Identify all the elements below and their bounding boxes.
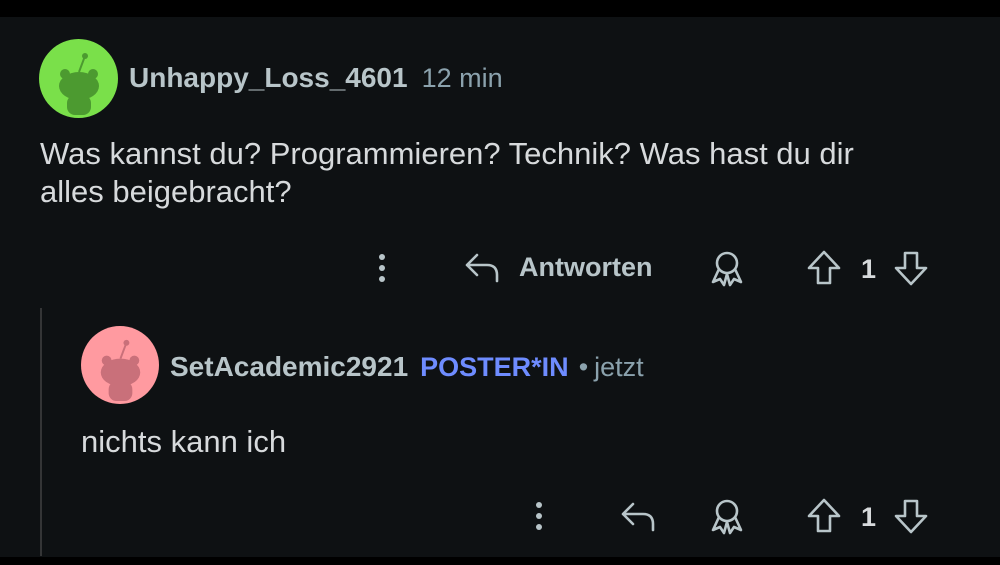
timestamp: 12 min [421, 63, 503, 93]
downvote-icon [894, 251, 928, 286]
more-vertical-icon [536, 502, 542, 530]
reply-body: nichts kann ich [81, 424, 287, 459]
poster-flair: POSTER*IN [420, 352, 569, 382]
reply-meta: SetAcademic2921 POSTER*IN • jetzt [170, 351, 644, 383]
more-options-button[interactable] [529, 499, 549, 533]
avatar[interactable] [81, 326, 159, 404]
reply-button[interactable] [619, 499, 657, 533]
reply-icon [621, 502, 655, 532]
award-icon [711, 251, 743, 287]
award-button[interactable] [708, 249, 746, 287]
more-options-button[interactable] [372, 251, 392, 285]
username[interactable]: Unhappy_Loss_4601 [129, 62, 408, 94]
reply-icon [465, 253, 499, 283]
comment-thread [0, 17, 1000, 557]
award-button[interactable] [708, 497, 746, 535]
upvote-icon [807, 498, 841, 533]
reply-button[interactable]: Antworten [463, 250, 652, 284]
downvote-icon [894, 499, 928, 534]
downvote-button[interactable] [893, 249, 929, 287]
more-vertical-icon [379, 254, 385, 282]
comment-meta: Unhappy_Loss_4601 12 min [129, 62, 503, 94]
upvote-icon [807, 250, 841, 285]
snoo-icon [100, 339, 141, 402]
upvote-button[interactable] [806, 249, 842, 287]
award-icon [711, 499, 743, 535]
comment-body: Was kannst du? Programmieren? Technik? W… [40, 136, 854, 209]
reply-label: Antworten [519, 251, 653, 282]
snoo-icon [59, 53, 99, 115]
vote-count: 1 [861, 502, 877, 532]
downvote-button[interactable] [893, 497, 929, 535]
timestamp: jetzt [594, 352, 644, 382]
separator-dot: • [578, 352, 589, 382]
thread-line[interactable] [40, 308, 42, 556]
upvote-button[interactable] [806, 497, 842, 535]
username[interactable]: SetAcademic2921 [170, 351, 408, 383]
avatar[interactable] [39, 39, 118, 118]
vote-count: 1 [861, 254, 877, 284]
